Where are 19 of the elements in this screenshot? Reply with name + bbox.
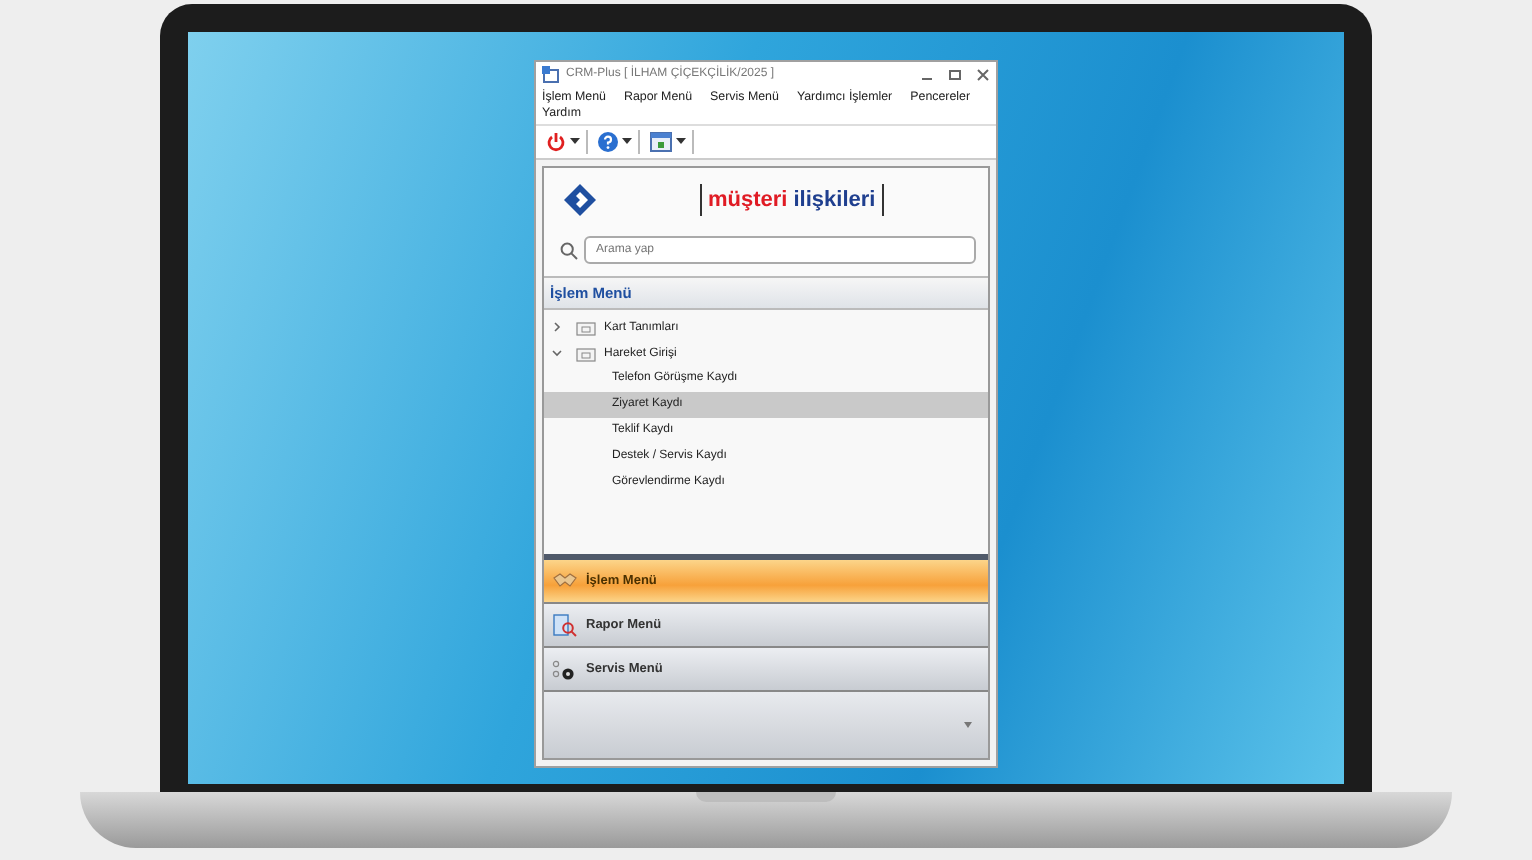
caret-icon [622, 138, 632, 146]
logo-text: müşteri [708, 188, 788, 212]
search-icon [560, 241, 578, 259]
handshake-icon [552, 572, 578, 590]
caret-icon [570, 138, 580, 146]
maximize-icon[interactable] [948, 67, 962, 81]
dropdown-icon[interactable] [964, 722, 972, 728]
caret-icon [676, 138, 686, 146]
close-icon[interactable] [976, 67, 990, 81]
chevron-icon[interactable] [552, 348, 562, 358]
power-icon [546, 132, 566, 152]
window-button[interactable] [644, 130, 694, 154]
help-button[interactable] [592, 130, 640, 154]
chevron-icon[interactable] [552, 322, 562, 332]
report-search-icon [552, 613, 578, 637]
logo-icon [564, 184, 596, 216]
window-icon [650, 132, 672, 152]
logo-text: ilişkileri [793, 188, 876, 212]
help-icon [598, 132, 618, 152]
